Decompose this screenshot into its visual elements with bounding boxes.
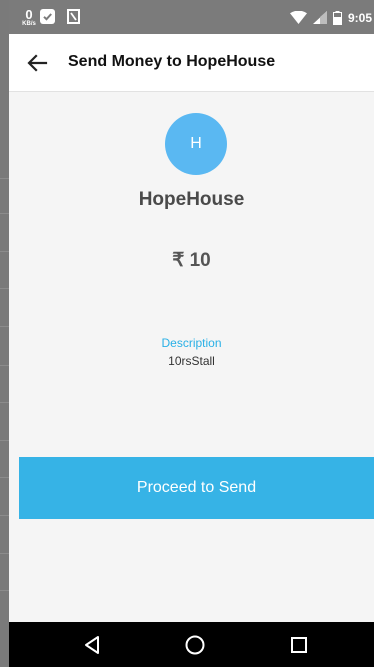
left-frame (0, 0, 9, 667)
app-bar: Send Money to HopeHouse (9, 34, 374, 92)
status-right: 9:05 (289, 10, 372, 25)
page-title: Send Money to HopeHouse (68, 53, 276, 70)
proceed-to-send-label: Proceed to Send (136, 479, 257, 496)
circle-home-icon (185, 635, 205, 655)
check-notification-icon (40, 9, 55, 24)
network-speed-unit: KB/s (22, 21, 36, 27)
payee-name: HopeHouse (138, 189, 245, 210)
payee-avatar: H (165, 113, 227, 175)
network-speed-value: 0 (25, 7, 33, 22)
nav-home-button[interactable] (183, 633, 207, 657)
network-speed: 0 KB/s (19, 7, 39, 28)
description-label: Description (161, 336, 222, 350)
nav-recents-button[interactable] (287, 633, 311, 657)
signal-icon (312, 11, 327, 24)
description-value: 10rsStall (168, 354, 215, 368)
nav-back-button[interactable] (81, 633, 105, 657)
square-recent-icon (291, 637, 307, 653)
wifi-icon (289, 11, 307, 24)
battery-icon (332, 10, 342, 25)
arrow-back-icon (27, 54, 48, 72)
clock: 9:05 (347, 10, 372, 25)
amount-value: ₹ 10 (172, 250, 211, 271)
proceed-to-send-button[interactable]: Proceed to Send (19, 457, 374, 519)
triangle-back-icon (85, 636, 99, 654)
back-button[interactable] (25, 50, 51, 76)
phone-screen: 0 KB/s 9:05 Send Money to HopeHouse H Ho… (9, 0, 374, 667)
system-nav-bar (9, 622, 374, 667)
sim-card-icon (67, 9, 80, 24)
status-bar: 0 KB/s 9:05 (9, 0, 374, 34)
